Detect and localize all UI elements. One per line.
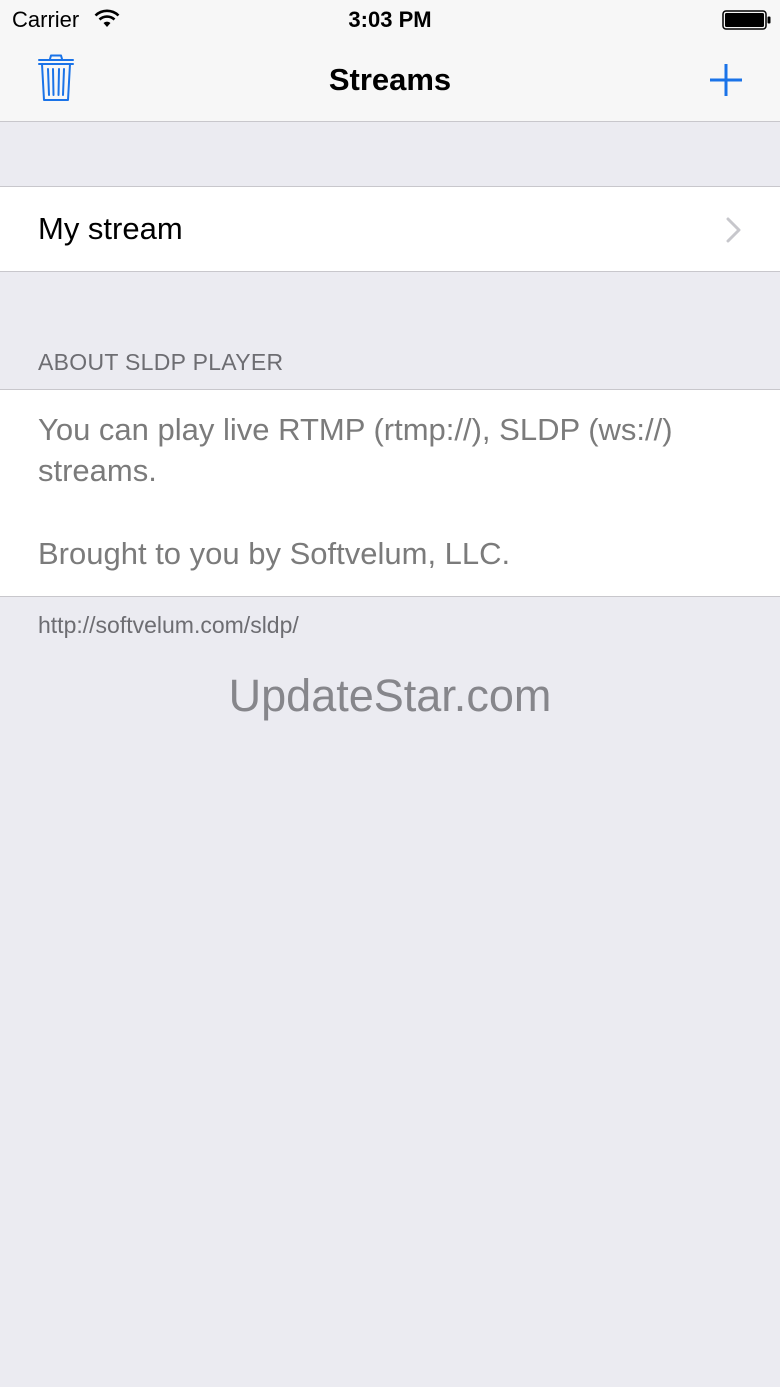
about-text-credit: Brought to you by Softvelum, LLC. [38,536,511,571]
watermark: UpdateStar.com [228,670,552,721]
page-title: Streams [328,62,452,97]
top-bar: Carrier 3:03 PM Streams [0,0,780,122]
add-stream-button[interactable] [704,58,748,102]
plus-icon [710,64,742,96]
about-footer-url: http://softvelum.com/sldp/ [38,612,299,638]
screen: Carrier 3:03 PM Streams My stream ABOUT … [0,0,780,1387]
status-time: 3:03 PM [348,7,432,32]
about-section-header: ABOUT SLDP PLAYER [38,349,284,375]
chevron-right-icon [726,217,741,243]
status-bar: Carrier 3:03 PM [0,0,780,40]
nav-bar: Streams [0,40,780,122]
about-text-line-2: streams. [38,453,157,488]
stream-label: My stream [38,211,183,246]
about-cell: You can play live RTMP (rtmp://), SLDP (… [0,389,780,597]
battery-icon [722,10,771,30]
about-text-line-1: You can play live RTMP (rtmp://), SLDP (… [38,412,673,447]
stream-row[interactable]: My stream [0,186,780,272]
